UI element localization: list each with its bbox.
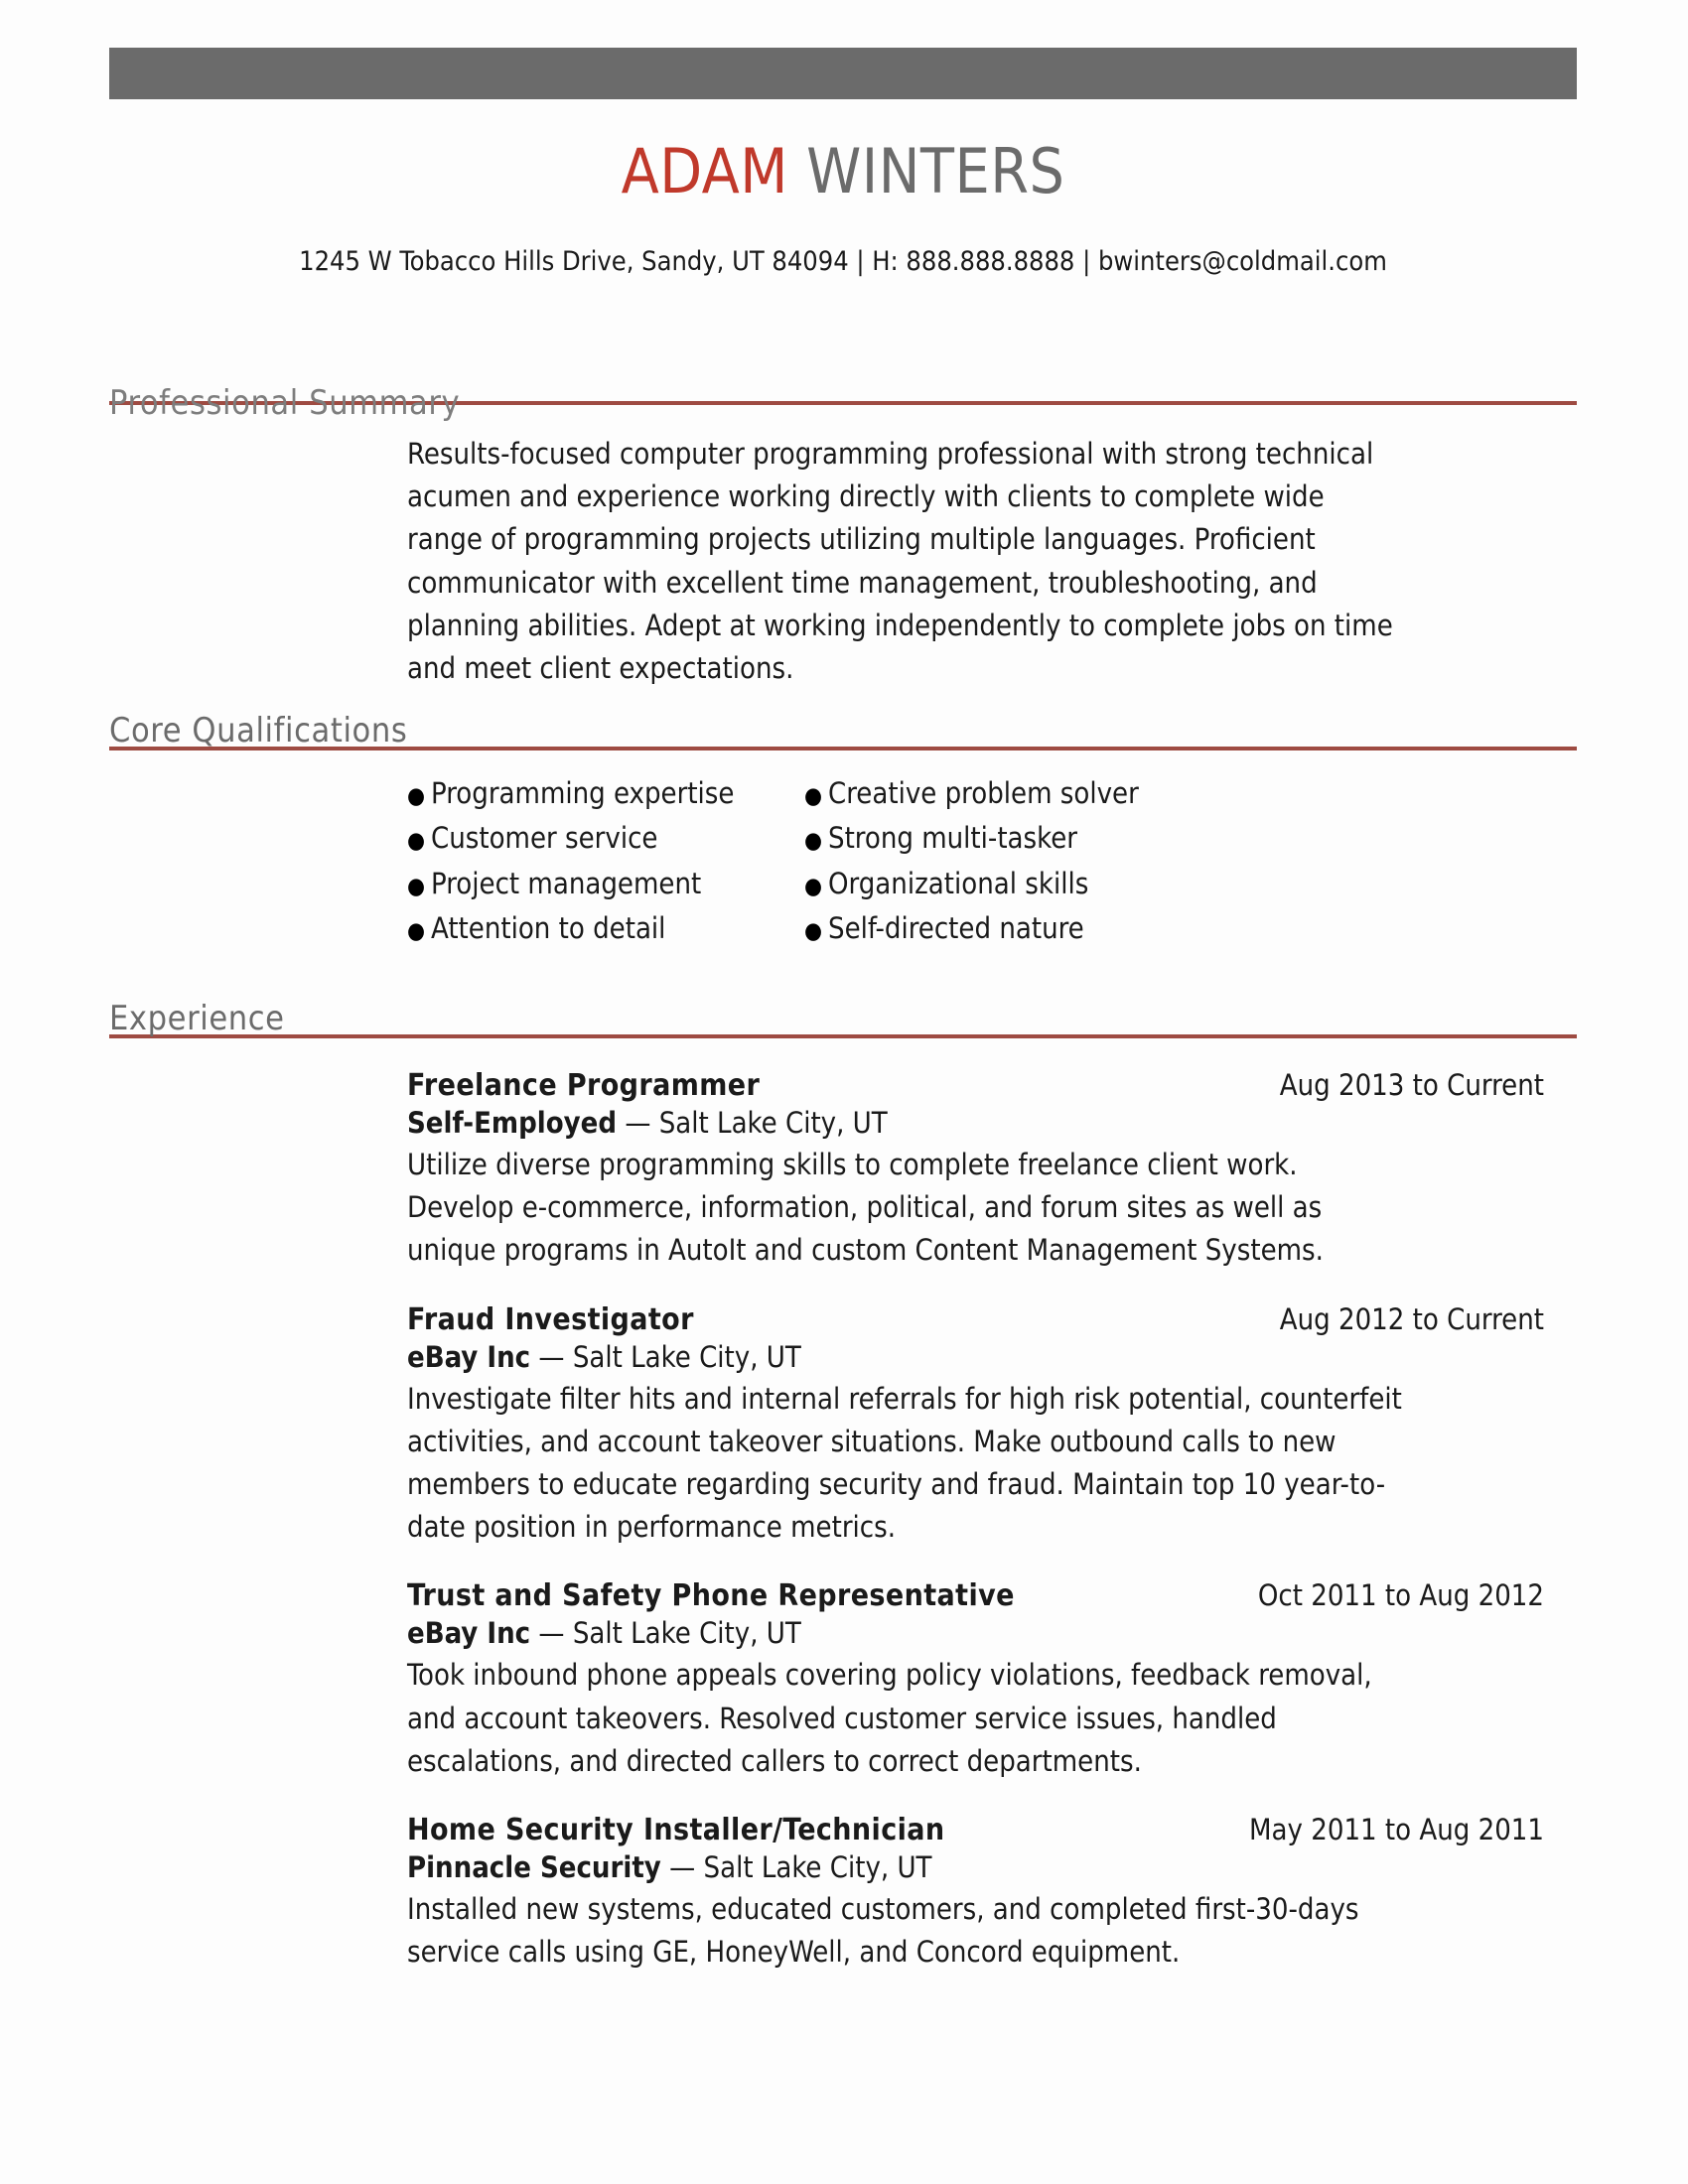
- bullet-icon: ●: [804, 783, 823, 809]
- job-dates: Oct 2011 to Aug 2012: [1257, 1578, 1544, 1613]
- employer-separator: —: [538, 1339, 565, 1374]
- list-item: ● Organizational skills: [804, 863, 1201, 904]
- job-title: Trust and Safety Phone Representative: [407, 1578, 1015, 1614]
- first-name: ADAM: [621, 135, 788, 207]
- employer-name: eBay Inc: [407, 1616, 531, 1651]
- contact-info: 1245 W Tobacco Hills Drive, Sandy, UT 84…: [299, 246, 1387, 277]
- qualification-label: Organizational skills: [828, 866, 1089, 900]
- job-location: Salt Lake City, UT: [572, 1616, 801, 1651]
- bullet-icon: ●: [407, 873, 426, 899]
- section-heading-qualifications: Core Qualifications: [109, 695, 1577, 751]
- candidate-name: ADAM WINTERS: [109, 139, 1577, 204]
- employer-line: eBay Inc — Salt Lake City, UT: [407, 1340, 1577, 1374]
- experience-entry: Trust and Safety Phone Representative Oc…: [407, 1578, 1577, 1783]
- experience-entry: Home Security Installer/Technician May 2…: [407, 1813, 1577, 1974]
- list-item: ● Creative problem solver: [804, 772, 1201, 814]
- employer-separator: —: [669, 1850, 696, 1885]
- experience-title-row: Trust and Safety Phone Representative Oc…: [407, 1578, 1544, 1613]
- qualifications-column-left: ● Programming expertise ● Customer servi…: [407, 772, 804, 952]
- job-title: Fraud Investigator: [407, 1301, 694, 1337]
- employer-line: Self-Employed — Salt Lake City, UT: [407, 1106, 1577, 1140]
- qualification-label: Attention to detail: [431, 910, 666, 945]
- section-rule-experience: [109, 1034, 1577, 1038]
- qualifications-column-right: ● Creative problem solver ● Strong multi…: [804, 772, 1201, 952]
- summary-text: Results-focused computer programming pro…: [407, 437, 1393, 686]
- resume-page: ADAM WINTERS 1245 W Tobacco Hills Drive,…: [0, 0, 1688, 2184]
- list-item: ● Programming expertise: [407, 772, 804, 814]
- bullet-icon: ●: [804, 917, 823, 944]
- employer-line: Pinnacle Security — Salt Lake City, UT: [407, 1850, 1577, 1884]
- list-item: ● Project management: [407, 863, 804, 904]
- experience-title-row: Home Security Installer/Technician May 2…: [407, 1813, 1544, 1847]
- experience-title-row: Freelance Programmer Aug 2013 to Current: [407, 1068, 1544, 1103]
- section-title-experience: Experience: [109, 999, 285, 1038]
- job-description: Took inbound phone appeals covering poli…: [407, 1658, 1372, 1778]
- list-item: ● Attention to detail: [407, 907, 804, 949]
- bullet-icon: ●: [407, 828, 426, 855]
- job-description: Installed new systems, educated customer…: [407, 1892, 1359, 1970]
- section-title-summary: Professional Summary: [109, 383, 461, 423]
- bullet-icon: ●: [407, 917, 426, 944]
- section-experience: Experience Freelance Programmer Aug 2013…: [109, 983, 1577, 1974]
- last-name: WINTERS: [806, 135, 1065, 207]
- list-item: ● Self-directed nature: [804, 907, 1201, 949]
- qualifications-list: ● Programming expertise ● Customer servi…: [407, 772, 1577, 952]
- header-banner-bar: [109, 48, 1577, 99]
- section-title-qualifications: Core Qualifications: [109, 711, 408, 751]
- job-location: Salt Lake City, UT: [703, 1850, 932, 1885]
- employer-name: eBay Inc: [407, 1339, 531, 1374]
- experience-entry: Freelance Programmer Aug 2013 to Current…: [407, 1068, 1577, 1273]
- employer-name: Pinnacle Security: [407, 1850, 661, 1885]
- job-dates: May 2011 to Aug 2011: [1249, 1813, 1544, 1847]
- job-location: Salt Lake City, UT: [572, 1339, 801, 1374]
- section-core-qualifications: Core Qualifications ● Programming expert…: [109, 695, 1577, 952]
- section-heading-summary: Professional Summary: [109, 367, 1577, 423]
- qualification-label: Project management: [431, 866, 702, 900]
- section-heading-experience: Experience: [109, 983, 1577, 1038]
- bullet-icon: ●: [804, 828, 823, 855]
- section-professional-summary: Professional Summary Results-focused com…: [109, 367, 1577, 690]
- employer-name: Self-Employed: [407, 1106, 618, 1140]
- qualification-label: Customer service: [431, 821, 658, 856]
- list-item: ● Strong multi-tasker: [804, 817, 1201, 859]
- qualification-label: Creative problem solver: [828, 776, 1139, 810]
- experience-title-row: Fraud Investigator Aug 2012 to Current: [407, 1302, 1544, 1337]
- qualification-label: Programming expertise: [431, 776, 735, 810]
- job-description: Investigate filter hits and internal ref…: [407, 1381, 1402, 1545]
- employer-separator: —: [538, 1616, 565, 1651]
- bullet-icon: ●: [407, 783, 426, 809]
- job-dates: Aug 2013 to Current: [1279, 1068, 1544, 1102]
- employer-separator: —: [625, 1106, 651, 1140]
- job-title: Freelance Programmer: [407, 1068, 761, 1103]
- bullet-icon: ●: [804, 873, 823, 899]
- job-location: Salt Lake City, UT: [658, 1106, 888, 1140]
- job-title: Home Security Installer/Technician: [407, 1813, 945, 1848]
- job-description: Utilize diverse programming skills to co…: [407, 1148, 1324, 1268]
- qualification-label: Self-directed nature: [828, 910, 1084, 945]
- experience-entry: Fraud Investigator Aug 2012 to Current e…: [407, 1302, 1577, 1550]
- list-item: ● Customer service: [407, 817, 804, 859]
- employer-line: eBay Inc — Salt Lake City, UT: [407, 1616, 1577, 1650]
- qualification-label: Strong multi-tasker: [828, 821, 1077, 856]
- job-dates: Aug 2012 to Current: [1279, 1301, 1544, 1336]
